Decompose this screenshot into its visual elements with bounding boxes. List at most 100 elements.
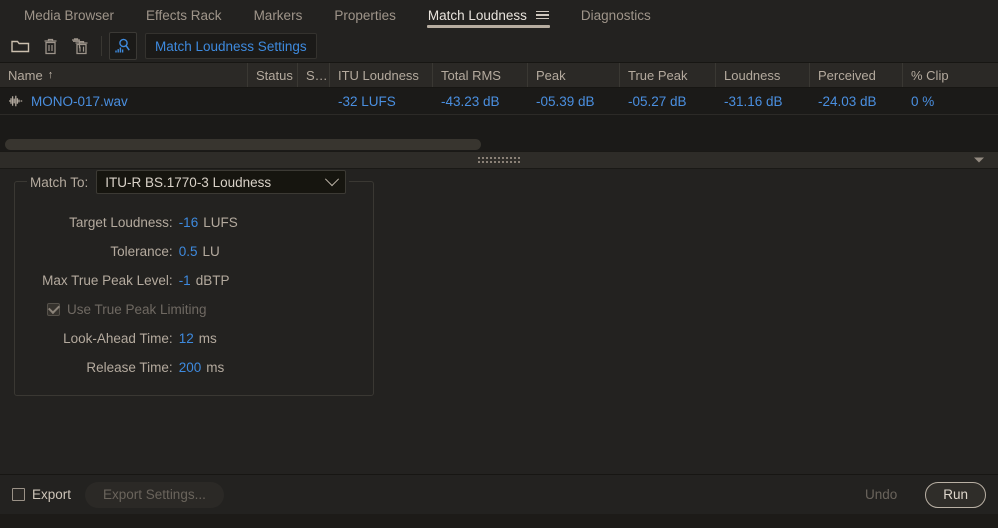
field-label: Release Time:	[86, 360, 173, 375]
field-label: Max True Peak Level:	[42, 273, 173, 288]
column-label: ITU Loudness	[338, 67, 419, 83]
cell-name: MONO-017.wav	[0, 88, 248, 114]
hamburger-menu-icon[interactable]	[535, 10, 549, 20]
column-header-itu-loudness[interactable]: ITU Loudness	[330, 63, 433, 87]
field-tolerance: Tolerance: 0.5 LU	[27, 237, 373, 266]
loudness-scan-icon	[115, 38, 130, 53]
export-checkbox[interactable]	[12, 488, 25, 501]
field-label: Tolerance:	[110, 244, 173, 259]
column-header-name[interactable]: Name ↑	[0, 63, 248, 87]
scrollbar-thumb[interactable]	[5, 139, 481, 150]
export-settings-label: Export Settings...	[103, 487, 206, 502]
column-header-s[interactable]: S…	[298, 63, 330, 87]
match-to-select[interactable]: ITU-R BS.1770-3 Loudness	[96, 170, 347, 194]
file-name: MONO-017.wav	[31, 93, 128, 109]
field-value-group: 200 ms	[173, 360, 373, 375]
run-button[interactable]: Run	[925, 481, 986, 508]
field-unit: LU	[202, 244, 220, 259]
column-header-perceived[interactable]: Perceived	[810, 63, 903, 87]
look-ahead-time-value[interactable]: 12	[179, 331, 194, 346]
column-label: S…	[306, 67, 328, 83]
panel-footer: Export Export Settings... Undo Run	[0, 474, 998, 514]
cell-total-rms: -43.23 dB	[441, 93, 500, 109]
field-unit: dBTP	[195, 273, 230, 288]
column-label: Total RMS	[441, 67, 501, 83]
table-row[interactable]: MONO-017.wav -32 LUFS -43.23 dB -05.39 d…	[0, 88, 998, 115]
table-horizontal-scrollbar[interactable]	[0, 137, 998, 151]
tab-label: Diagnostics	[580, 7, 651, 23]
undo-label: Undo	[864, 487, 898, 502]
cell-loudness: -31.16 dB	[724, 93, 783, 109]
chevron-down-icon[interactable]	[974, 157, 984, 163]
tab-label: Match Loudness	[427, 7, 527, 23]
column-header-peak[interactable]: Peak	[528, 63, 620, 87]
tab-media-browser[interactable]: Media Browser	[8, 0, 130, 30]
tab-label: Properties	[334, 7, 396, 23]
column-header-status[interactable]: Status	[248, 63, 298, 87]
toolbar-separator	[101, 36, 102, 56]
match-to-group: Match To: ITU-R BS.1770-3 Loudness	[27, 170, 350, 194]
column-label: Perceived	[818, 67, 876, 83]
tab-match-loudness[interactable]: Match Loudness	[412, 0, 565, 30]
match-loudness-panel: Media Browser Effects Rack Markers Prope…	[0, 0, 998, 528]
settings-button-label: Match Loudness Settings	[155, 38, 307, 54]
use-true-peak-limiting-row: Use True Peak Limiting	[27, 295, 373, 324]
splitter-grip-icon	[477, 156, 521, 164]
export-label[interactable]: Export	[32, 487, 71, 502]
column-label: Peak	[536, 67, 566, 83]
active-tab-indicator	[426, 25, 550, 28]
column-label: Name	[8, 67, 43, 83]
table-header-row: Name ↑ Status S… ITU Loudness Total RMS …	[0, 62, 998, 88]
waveform-icon	[8, 95, 24, 107]
release-time-value[interactable]: 200	[179, 360, 202, 375]
field-label: Look-Ahead Time:	[63, 331, 173, 346]
settings-fieldset: Match To: ITU-R BS.1770-3 Loudness Targe…	[14, 170, 374, 396]
field-value-group: -16 LUFS	[173, 215, 373, 230]
column-label: Status	[256, 67, 293, 83]
scan-loudness-button[interactable]	[109, 32, 137, 60]
target-loudness-value[interactable]: -16	[179, 215, 199, 230]
field-value-group: -1 dBTP	[173, 273, 373, 288]
table-empty-space	[0, 115, 998, 137]
window-bottom-strip	[0, 514, 998, 528]
tab-diagnostics[interactable]: Diagnostics	[565, 0, 667, 30]
cell-s	[298, 88, 330, 114]
match-to-label: Match To:	[30, 174, 89, 190]
field-look-ahead-time: Look-Ahead Time: 12 ms	[27, 324, 373, 353]
field-max-true-peak-level: Max True Peak Level: -1 dBTP	[27, 266, 373, 295]
sort-ascending-icon: ↑	[47, 68, 54, 81]
cell-perceived: -24.03 dB	[818, 93, 877, 109]
field-label: Target Loudness:	[69, 215, 173, 230]
match-loudness-toolbar: Match Loudness Settings	[0, 30, 998, 62]
remove-file-button[interactable]	[36, 33, 64, 59]
tab-effects-rack[interactable]: Effects Rack	[130, 0, 238, 30]
folder-icon	[10, 40, 29, 53]
panel-splitter[interactable]	[0, 151, 998, 169]
chevron-down-icon	[325, 172, 340, 187]
tolerance-value[interactable]: 0.5	[179, 244, 198, 259]
match-to-value: ITU-R BS.1770-3 Loudness	[105, 174, 272, 190]
tab-label: Effects Rack	[146, 7, 222, 23]
column-header-total-rms[interactable]: Total RMS	[433, 63, 528, 87]
loudness-file-table: Name ↑ Status S… ITU Loudness Total RMS …	[0, 62, 998, 151]
column-header-true-peak[interactable]: True Peak	[620, 63, 716, 87]
tab-properties[interactable]: Properties	[318, 0, 412, 30]
checkmark-icon	[47, 302, 60, 315]
trash-icon	[44, 38, 56, 54]
use-true-peak-limiting-checkbox[interactable]	[47, 302, 60, 316]
column-header-pct-clip[interactable]: % Clip	[903, 63, 998, 87]
max-true-peak-value[interactable]: -1	[179, 273, 191, 288]
panel-tab-bar: Media Browser Effects Rack Markers Prope…	[0, 0, 998, 30]
tab-markers[interactable]: Markers	[238, 0, 319, 30]
column-header-loudness[interactable]: Loudness	[716, 63, 810, 87]
field-value-group: 0.5 LU	[173, 244, 373, 259]
run-label: Run	[943, 487, 968, 502]
remove-all-files-button[interactable]	[66, 33, 94, 59]
match-loudness-settings-button[interactable]: Match Loudness Settings	[145, 33, 317, 59]
column-label: % Clip	[911, 67, 949, 83]
match-loudness-settings-area: Match To: ITU-R BS.1770-3 Loudness Targe…	[0, 169, 998, 474]
column-label: True Peak	[628, 67, 688, 83]
field-value-group: 12 ms	[173, 331, 373, 346]
add-files-button[interactable]	[6, 33, 34, 59]
cell-true-peak: -05.27 dB	[628, 93, 687, 109]
